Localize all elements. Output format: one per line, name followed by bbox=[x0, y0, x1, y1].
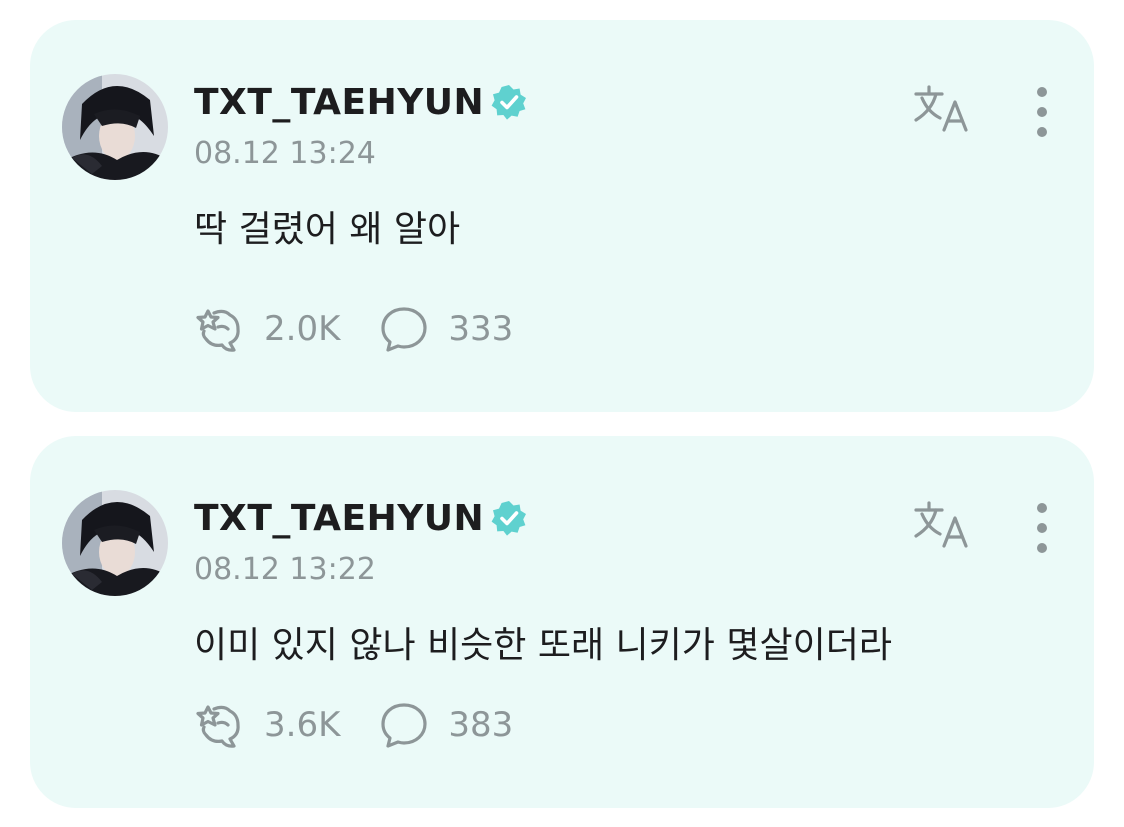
cheer-hand-icon bbox=[196, 309, 240, 352]
more-options-button[interactable] bbox=[1022, 82, 1062, 142]
more-vertical-icon bbox=[1037, 503, 1047, 553]
verified-badge-icon bbox=[490, 83, 528, 121]
comment-count: 333 bbox=[448, 309, 514, 349]
post-text: 딱 걸렸어 왜 알아 bbox=[194, 209, 461, 250]
post-card[interactable]: TXT_TAEHYUN 08.12 13:22 이미 있지 않나 비슷한 또래 … bbox=[30, 436, 1094, 808]
more-vertical-icon bbox=[1037, 87, 1047, 137]
verified-badge-icon bbox=[490, 499, 528, 537]
post-text: 이미 있지 않나 비슷한 또래 니키가 몇살이더라 bbox=[194, 625, 892, 666]
cheer-hand-icon bbox=[196, 705, 240, 748]
translate-button[interactable] bbox=[910, 498, 974, 554]
post-timestamp: 08.12 13:22 bbox=[194, 552, 376, 587]
avatar[interactable] bbox=[62, 74, 168, 180]
comment-count: 383 bbox=[448, 705, 514, 745]
more-options-button[interactable] bbox=[1022, 498, 1062, 558]
comment-bubble-icon bbox=[381, 703, 427, 748]
post-card[interactable]: TXT_TAEHYUN 08.12 13:24 딱 걸렸어 왜 알아 2.0K … bbox=[30, 20, 1094, 412]
translate-icon bbox=[914, 85, 968, 132]
comment-bubble-icon bbox=[381, 307, 427, 352]
comment-button[interactable]: 383 bbox=[378, 701, 513, 749]
avatar[interactable] bbox=[62, 490, 168, 596]
post-timestamp: 08.12 13:24 bbox=[194, 136, 376, 171]
cheer-count: 2.0K bbox=[264, 309, 341, 349]
translate-button[interactable] bbox=[910, 82, 974, 138]
cheer-button[interactable]: 2.0K bbox=[194, 305, 340, 353]
cheer-count: 3.6K bbox=[264, 705, 341, 745]
username[interactable]: TXT_TAEHYUN bbox=[194, 82, 484, 123]
translate-icon bbox=[914, 501, 968, 548]
cheer-button[interactable]: 3.6K bbox=[194, 701, 340, 749]
comment-button[interactable]: 333 bbox=[378, 305, 513, 353]
username[interactable]: TXT_TAEHYUN bbox=[194, 498, 484, 539]
